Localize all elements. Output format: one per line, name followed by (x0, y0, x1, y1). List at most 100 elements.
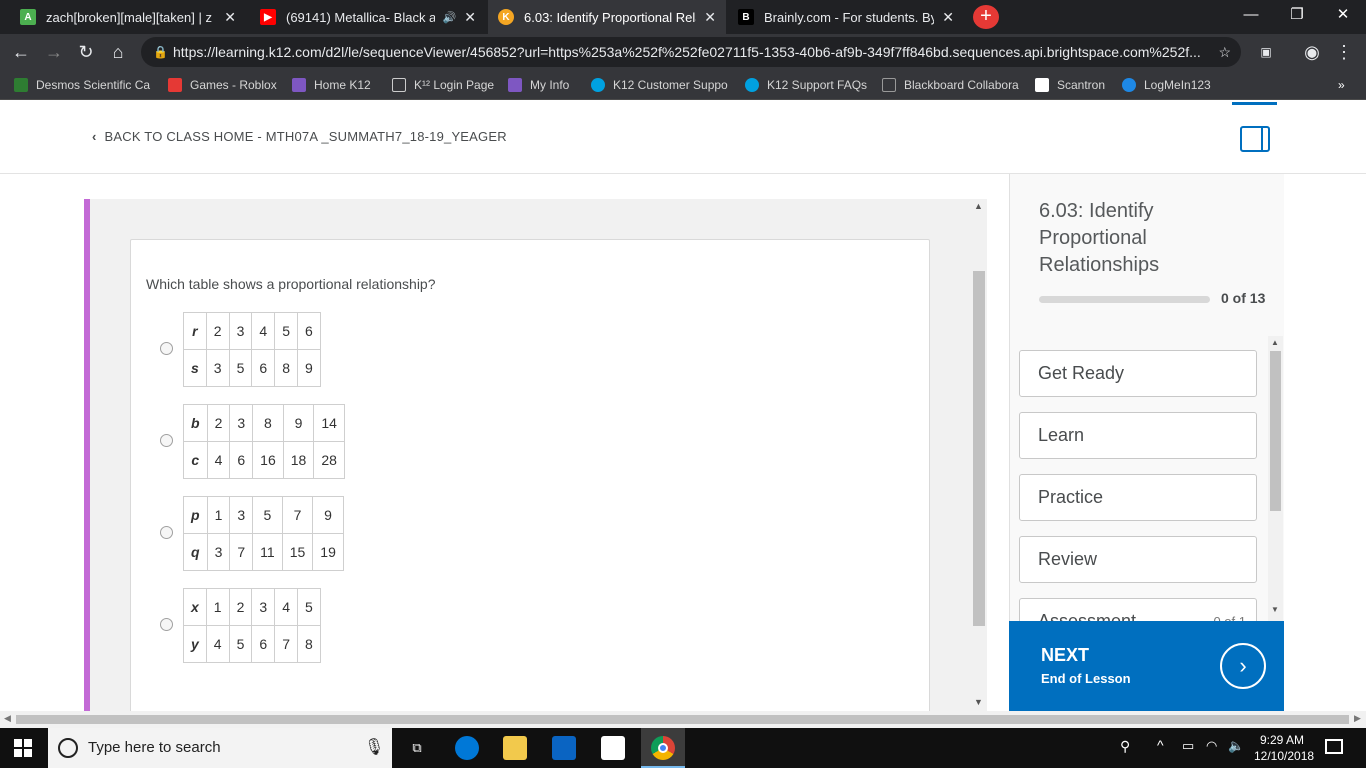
bookmark-item[interactable]: Games - Roblox (168, 70, 277, 100)
section-review[interactable]: Review (1019, 536, 1257, 583)
close-tab-icon[interactable]: ✕ (224, 9, 236, 26)
table-cell: 3 (229, 404, 254, 442)
bookmark-item[interactable]: Desmos Scientific Ca (14, 70, 150, 100)
browser-tab-active[interactable]: K 6.03: Identify Proportional Relatio ✕ (488, 0, 726, 34)
toggle-sidebar-icon[interactable] (1240, 126, 1270, 152)
table-cell: 28 (313, 441, 345, 479)
answer-radio-3[interactable] (160, 526, 173, 539)
chat-icon: A (20, 9, 36, 25)
bookmark-item[interactable]: K12 Customer Suppo (591, 70, 728, 100)
k12-icon (292, 78, 306, 92)
windows-taskbar: Type here to search 🎙 ⧉ ⚲ ^ ▭ ◠ 🔈 9:29 A… (0, 728, 1366, 768)
back-arrow-icon[interactable]: ← (9, 40, 33, 64)
table-cell: 5 (228, 625, 253, 663)
edge-browser-icon[interactable] (455, 736, 479, 760)
brainly-icon: B (738, 9, 754, 25)
youtube-icon: ▶ (260, 9, 276, 25)
bookmark-item[interactable]: K12 Support FAQs (745, 70, 867, 100)
answer-radio-2[interactable] (160, 434, 173, 447)
profile-avatar-icon[interactable]: ◉ (1300, 40, 1324, 64)
table-cell: 5 (296, 588, 321, 626)
scroll-down-arrow-icon[interactable]: ▼ (974, 697, 983, 707)
section-get-ready[interactable]: Get Ready (1019, 350, 1257, 397)
lesson-section-list: Get Ready Learn Practice Review Assessme… (1009, 336, 1284, 621)
table-cell: 8 (252, 404, 284, 442)
scroll-right-arrow-icon[interactable]: ▶ (1354, 713, 1361, 724)
table-cell: 8 (296, 625, 321, 663)
browser-tab[interactable]: ▶ (69141) Metallica- Black albu 🔊 ✕ (250, 0, 486, 34)
browser-tab[interactable]: B Brainly.com - For students. By stu ✕ (728, 0, 964, 34)
table-cell: 3 (228, 312, 253, 350)
back-to-class-link[interactable]: ‹ BACK TO CLASS HOME - MTH07A _SUMMATH7_1… (92, 129, 507, 144)
reload-icon[interactable]: ↻ (74, 40, 98, 64)
table-cell: 7 (229, 533, 254, 571)
scroll-left-arrow-icon[interactable]: ◀ (4, 713, 11, 724)
table-cell: 6 (251, 625, 276, 663)
maximize-button[interactable]: ❐ (1274, 0, 1320, 30)
scroll-up-arrow-icon[interactable]: ▲ (974, 201, 983, 211)
table-cell: 2 (205, 312, 230, 350)
taskbar-search-box[interactable]: Type here to search 🎙 (48, 728, 392, 768)
home-icon[interactable]: ⌂ (106, 40, 130, 64)
answer-table-2: b 2 3 8 9 14 c 4 6 16 18 28 (183, 404, 345, 479)
sidebar-scrollbar-thumb[interactable] (1270, 351, 1281, 511)
wifi-icon[interactable]: ◠ (1206, 738, 1217, 754)
close-tab-icon[interactable]: ✕ (464, 9, 476, 26)
answer-radio-1[interactable] (160, 342, 173, 355)
content-scrollbar-thumb[interactable] (973, 271, 985, 626)
table-cell: s (183, 349, 207, 387)
system-clock[interactable]: 9:29 AM 12/10/2018 (1254, 732, 1314, 764)
battery-icon[interactable]: ▭ (1182, 738, 1194, 754)
scroll-up-arrow-icon[interactable]: ▲ (1271, 338, 1279, 347)
section-practice[interactable]: Practice (1019, 474, 1257, 521)
bookmark-item[interactable]: Home K12 (292, 70, 371, 100)
new-tab-button[interactable]: + (973, 5, 999, 29)
bookmarks-overflow-icon[interactable]: » (1338, 70, 1345, 100)
people-icon[interactable]: ⚲ (1120, 738, 1130, 755)
horizontal-scrollbar-thumb[interactable] (16, 715, 1349, 724)
bookmark-item[interactable]: Blackboard Collabora (882, 70, 1019, 100)
bookmark-star-icon[interactable]: ☆ (1218, 37, 1231, 67)
table-cell: 4 (205, 625, 230, 663)
answer-radio-4[interactable] (160, 618, 173, 631)
file-explorer-icon[interactable] (503, 736, 527, 760)
forward-arrow-icon[interactable]: → (42, 40, 66, 64)
task-view-icon[interactable]: ⧉ (405, 736, 429, 760)
close-window-button[interactable]: ✕ (1320, 0, 1366, 30)
chevron-up-icon[interactable]: ^ (1157, 737, 1164, 753)
menu-kebab-icon[interactable]: ⋮ (1332, 40, 1356, 64)
action-center-icon[interactable] (1325, 739, 1343, 754)
table-cell: r (183, 312, 207, 350)
volume-icon[interactable]: 🔈 (1228, 738, 1244, 754)
cortana-circle-icon (58, 738, 78, 758)
lock-icon: 🔒 (153, 45, 168, 59)
windows-start-icon[interactable] (14, 739, 32, 757)
k12-icon (508, 78, 522, 92)
next-button[interactable]: NEXT End of Lesson › (1009, 621, 1284, 711)
answer-table-3: p13579 q 3 7 11 15 19 (183, 496, 344, 571)
microphone-icon[interactable]: 🎙 (364, 728, 384, 768)
section-assessment[interactable]: Assessment0 of 1 (1019, 598, 1257, 621)
table-cell: 8 (274, 349, 298, 387)
table-cell: 5 (274, 312, 298, 350)
scroll-down-arrow-icon[interactable]: ▼ (1271, 605, 1279, 614)
speaker-icon[interactable]: 🔊 (443, 11, 457, 24)
address-bar[interactable]: 🔒 https://learning.k12.com/d2l/le/sequen… (141, 37, 1241, 67)
header-accent (1232, 102, 1277, 105)
mail-icon[interactable] (601, 736, 625, 760)
table-cell: 7 (274, 625, 298, 663)
section-learn[interactable]: Learn (1019, 412, 1257, 459)
table-cell: b (183, 404, 208, 442)
close-tab-icon[interactable]: ✕ (942, 9, 954, 26)
bookmark-item[interactable]: Scantron (1035, 70, 1105, 100)
close-tab-icon[interactable]: ✕ (704, 9, 716, 26)
chrome-taskbar-button[interactable] (641, 728, 685, 768)
extension-icon[interactable]: ▣ (1254, 40, 1278, 64)
bookmark-item[interactable]: My Info (508, 70, 569, 100)
bookmark-item[interactable]: LogMeIn123 (1122, 70, 1211, 100)
bookmark-item[interactable]: K¹² Login Page (392, 70, 494, 100)
store-icon[interactable] (552, 736, 576, 760)
minimize-button[interactable]: — (1228, 0, 1274, 30)
page-icon (392, 78, 406, 92)
browser-tab[interactable]: A zach[broken][male][taken] | z ✕ (10, 0, 246, 34)
